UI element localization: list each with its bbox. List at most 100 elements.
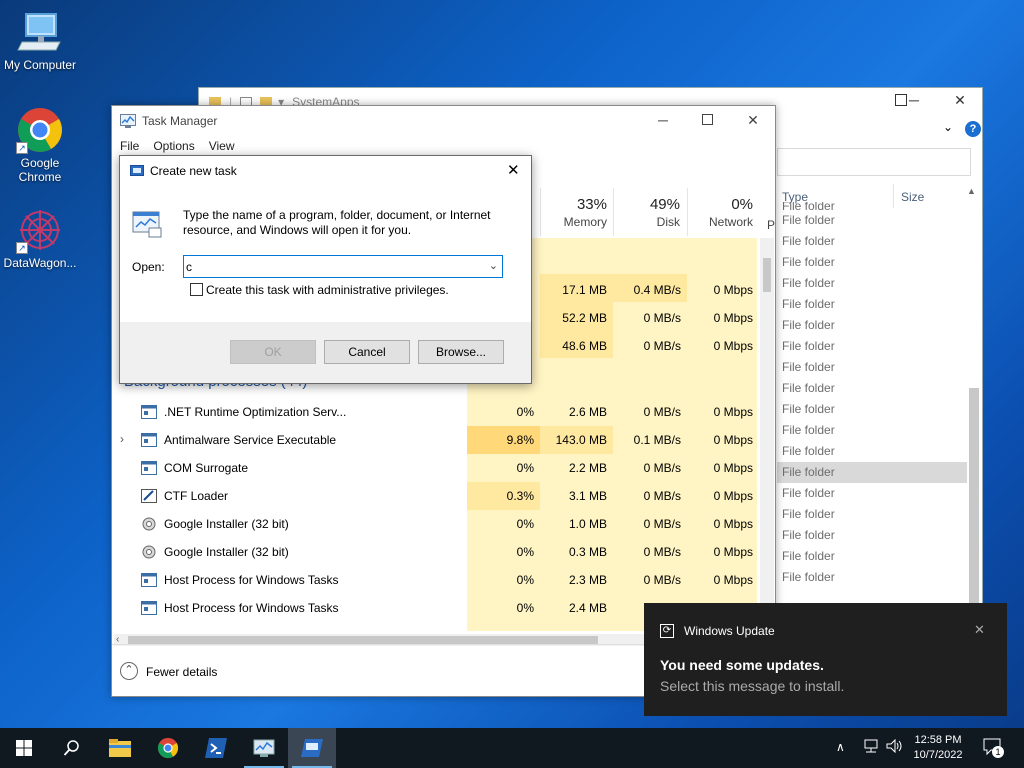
memory-cell: 0.3 MB [568,545,607,559]
fewer-details-link[interactable]: Fewer details [146,665,217,679]
explorer-search-box[interactable] [777,148,971,176]
list-item-selected[interactable]: File folder [777,462,967,483]
disk-cell: 0.1 MB/s [633,433,681,447]
run-dialog-icon [130,165,144,176]
list-item[interactable]: File folder [777,357,967,378]
start-button[interactable] [0,728,48,768]
table-row[interactable]: CTF Loader 0.3% 3.1 MB 0 MB/s 0 Mbps [112,482,775,510]
list-item[interactable]: File folder [777,399,967,420]
explorer-close-button[interactable]: ✕ [937,92,983,109]
process-name: .NET Runtime Optimization Serv... [164,405,347,419]
scroll-up-arrow-icon[interactable]: ▲ [967,186,976,196]
table-row[interactable]: › Antimalware Service Executable 9.8% 143.0… [112,426,775,454]
toast-close-button[interactable]: ✕ [974,622,985,638]
list-item[interactable]: File folder [777,231,967,252]
process-name: Google Installer (32 bit) [164,545,289,559]
clock-time: 12:58 PM [914,734,962,746]
taskbar-powershell[interactable] [192,728,240,768]
help-icon[interactable]: ? [965,121,981,137]
close-button[interactable]: ✕ [730,112,776,129]
table-row[interactable]: .NET Runtime Optimization Serv... 0% 2.6 M… [112,398,775,426]
desktop-icon-my-computer[interactable]: My Computer [0,8,80,72]
table-row[interactable]: Google Installer (32 bit) 0% 0.3 MB 0 MB/s 0… [112,538,775,566]
cancel-button[interactable]: Cancel [324,340,410,364]
windows-update-icon: ⟳ [660,624,674,638]
list-item[interactable]: File folder [777,546,967,567]
chevron-down-icon[interactable]: ⌄ [489,259,498,272]
list-item[interactable]: File folder [777,441,967,462]
table-row[interactable]: Google Installer (32 bit) 0% 1.0 MB 0 MB/s 0… [112,510,775,538]
column-header-power-truncated[interactable]: P [767,218,775,232]
list-item[interactable]: File folder [777,336,967,357]
minimize-button[interactable]: ─ [640,112,686,128]
menu-options[interactable]: Options [153,139,194,153]
open-input[interactable] [186,257,476,276]
explorer-file-list: File folder File folder File folder File… [777,202,967,588]
column-header-disk[interactable]: 49% Disk [624,196,680,229]
list-item[interactable]: File folder [777,202,967,210]
list-item[interactable]: File folder [777,483,967,504]
browse-button[interactable]: Browse... [418,340,504,364]
task-manager-icon [120,114,136,128]
dialog-close-button[interactable]: ✕ [507,161,520,179]
memory-cell: 48.6 MB [562,339,607,353]
horizontal-scrollbar-thumb[interactable] [128,636,598,644]
taskbar-file-explorer[interactable] [96,728,144,768]
vertical-scrollbar-thumb[interactable] [763,258,771,292]
list-item[interactable]: File folder [777,210,967,231]
network-icon[interactable] [862,739,880,753]
host-process-icon [141,573,157,587]
create-new-task-dialog[interactable]: Create new task ✕ Type the name of a pro… [119,155,532,384]
taskbar-control-panel[interactable] [240,728,288,768]
shortcut-arrow-icon: ↗ [16,242,28,254]
volume-icon[interactable] [886,738,904,754]
windows-update-toast[interactable]: ⟳ Windows Update ✕ You need some updates… [644,603,1007,716]
cpu-cell: 0% [516,573,534,587]
open-combobox[interactable]: ⌄ [183,255,503,278]
network-cell: 0 Mbps [713,339,753,353]
admin-privileges-checkbox[interactable] [190,283,203,296]
menu-view[interactable]: View [209,139,235,153]
disk-percent: 49% [649,196,680,213]
network-cell: 0 Mbps [713,405,753,419]
column-header-memory[interactable]: 33% Memory [552,196,607,229]
network-cell: 0 Mbps [713,489,753,503]
desktop-icon-datawagon[interactable]: ↗ DataWagon... [0,206,80,270]
cpu-cell: 0% [516,601,534,615]
chevron-up-icon[interactable]: ⌃ [120,662,138,680]
ctf-loader-icon [141,489,157,503]
menu-file[interactable]: File [120,139,139,153]
list-item[interactable]: File folder [777,420,967,441]
table-row[interactable]: Host Process for Windows Tasks 0% 2.3 MB 0 … [112,566,775,594]
list-item[interactable]: File folder [777,504,967,525]
powershell-icon [205,738,227,758]
list-item[interactable]: File folder [777,294,967,315]
search-button[interactable] [48,728,96,768]
taskbar-chrome[interactable] [144,728,192,768]
list-item[interactable]: File folder [777,252,967,273]
list-item[interactable]: File folder [777,567,967,588]
table-row[interactable]: COM Surrogate 0% 2.2 MB 0 MB/s 0 Mbps [112,454,775,482]
ok-button[interactable]: OK [230,340,316,364]
action-center-icon[interactable]: 1 [983,738,1004,758]
cpu-cell: 0% [516,545,534,559]
list-item[interactable]: File folder [777,378,967,399]
column-divider [687,188,688,236]
list-item[interactable]: File folder [777,273,967,294]
ribbon-expand-chevron-icon[interactable]: ⌄ [943,120,953,134]
desktop-icon-google-chrome[interactable]: ↗ Google Chrome [0,106,80,184]
column-header-network[interactable]: 0% Network [696,196,753,229]
list-item[interactable]: File folder [777,315,967,336]
explorer-scrollbar-thumb[interactable] [969,388,979,608]
explorer-maximize-button[interactable] [895,94,907,106]
expand-chevron-icon[interactable]: › [120,432,124,446]
memory-label: Memory [563,215,607,229]
com-surrogate-icon [141,461,157,475]
show-hidden-icons-chevron-icon[interactable]: ∧ [836,740,845,754]
taskbar-run-dialog[interactable] [288,728,336,768]
admin-privileges-label[interactable]: Create this task with administrative pri… [206,283,449,297]
clock[interactable]: 12:58 PM 10/7/2022 [906,733,970,763]
network-percent: 0% [731,196,753,213]
list-item[interactable]: File folder [777,525,967,546]
maximize-button[interactable] [702,114,713,125]
